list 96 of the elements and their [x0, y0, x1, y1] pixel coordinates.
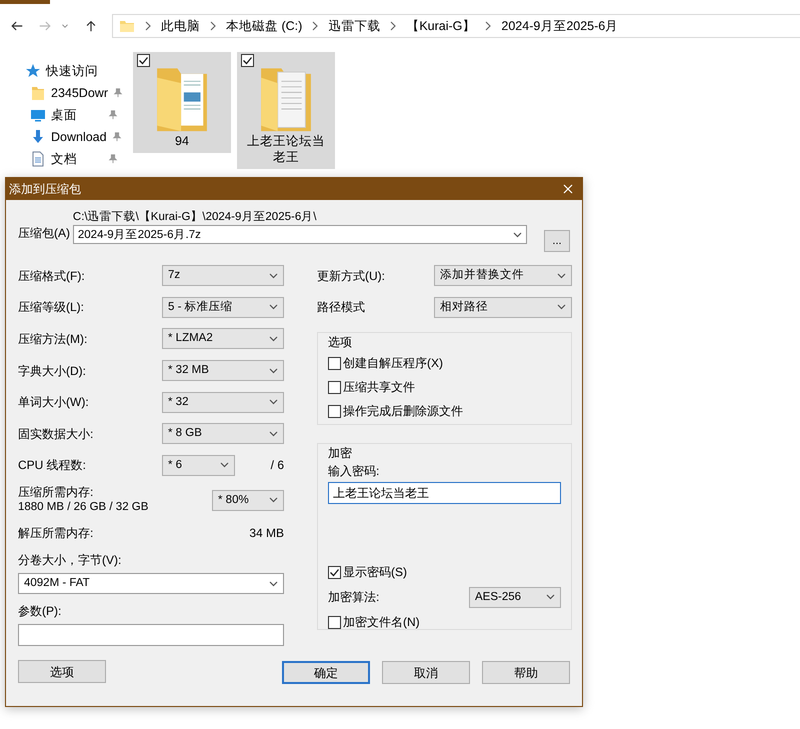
chevron-down-icon — [269, 497, 278, 504]
field-label: 分卷大小，字节(V): — [18, 552, 122, 570]
chevron-down-icon — [220, 462, 229, 468]
chevron-right-icon — [390, 21, 396, 31]
sidebar-item[interactable]: Download — [30, 128, 122, 146]
field-label: 解压所需内存: — [18, 525, 94, 542]
chevron-down-icon — [269, 399, 278, 406]
breadcrumb-item[interactable]: 【Kurai-G】 — [406, 16, 476, 36]
dialog-button[interactable]: 确定 — [282, 661, 370, 684]
checkbox[interactable] — [328, 404, 341, 418]
back-arrow-icon[interactable] — [10, 19, 24, 33]
field-label: 输入密码: — [328, 463, 380, 480]
checkbox[interactable] — [328, 356, 341, 370]
memory-value: 34 MB — [249, 525, 284, 542]
chevron-down-icon — [269, 272, 278, 279]
breadcrumb-item[interactable]: 本地磁盘 (C:) — [226, 16, 302, 36]
field-label: 压缩包(A) — [18, 225, 71, 242]
folder-icon — [119, 18, 135, 34]
chevron-down-icon — [269, 430, 278, 437]
chevron-down-icon — [269, 580, 278, 587]
dialog-button[interactable]: 帮助 — [482, 661, 570, 684]
dropdown[interactable]: AES-256 — [469, 586, 561, 608]
document-icon — [30, 151, 46, 167]
field-label: 压缩等级(L): — [18, 299, 84, 316]
sidebar-item[interactable]: 文档 — [30, 150, 118, 168]
chevron-right-icon — [312, 21, 318, 31]
up-arrow-icon[interactable] — [84, 19, 98, 33]
sidebar-item[interactable]: 2345Dowr — [30, 84, 123, 102]
dropdown[interactable]: * 32 — [162, 392, 284, 413]
dropdown[interactable]: 4092M - FAT — [18, 573, 284, 594]
download-arrow-icon — [30, 129, 46, 145]
sidebar-item[interactable]: 桌面 — [30, 106, 118, 124]
window-accent — [0, 0, 50, 4]
star-icon — [25, 63, 41, 79]
checkbox[interactable] — [328, 566, 341, 579]
checkbox-option[interactable]: 操作完成后删除源文件 — [328, 399, 561, 424]
checkbox-option[interactable]: 加密文件名(N) — [328, 610, 561, 634]
chevron-down-icon — [269, 368, 278, 374]
folder-icon — [30, 85, 46, 101]
group-title: 选项 — [326, 334, 354, 350]
field-label: 单词大小(W): — [18, 394, 89, 412]
field-label: 路径模式 — [317, 299, 365, 316]
dialog-button[interactable]: 取消 — [382, 661, 470, 684]
dropdown[interactable]: 5 - 标准压缩 — [162, 296, 284, 318]
monitor-icon — [30, 107, 46, 123]
field-label: 压缩格式(F): — [18, 268, 85, 285]
checkbox-option[interactable]: 显示密码(S) — [328, 560, 561, 584]
field-label: 更新方式(U): — [317, 268, 385, 285]
options-button[interactable]: 选项 — [18, 660, 106, 684]
archive-name-field[interactable]: 2024-9月至2025-6月.7z — [72, 225, 528, 244]
dropdown[interactable]: * 32 MB — [162, 360, 284, 382]
checkbox-option[interactable]: 压缩共享文件 — [328, 375, 561, 400]
file-tile[interactable]: 上老王论坛当老王 — [237, 52, 335, 169]
sidebar-item[interactable]: 快速访问 — [25, 62, 121, 80]
parameters-field[interactable] — [18, 624, 284, 646]
field-label: 参数(P): — [18, 603, 62, 620]
password-field[interactable]: 上老王论坛当老王 — [328, 482, 561, 504]
chevron-down-icon — [557, 272, 566, 279]
dropdown[interactable]: * 8 GB — [162, 423, 284, 444]
dialog-title: 添加到压缩包 — [9, 181, 81, 198]
checkbox[interactable] — [328, 616, 341, 629]
chevron-down-icon — [269, 304, 278, 310]
dropdown[interactable]: 7z — [162, 265, 284, 286]
breadcrumb-item[interactable]: 此电脑 — [161, 16, 200, 36]
address-bar[interactable]: 此电脑 本地磁盘 (C:) 迅雷下载 【Kurai-G】 2024-9月至2025-6月 — [112, 14, 800, 38]
checkbox[interactable] — [241, 54, 254, 67]
breadcrumb-item[interactable]: 2024-9月至2025-6月 — [501, 16, 618, 36]
dropdown[interactable]: * 6 — [162, 454, 235, 476]
breadcrumb-item[interactable]: 迅雷下载 — [328, 16, 380, 36]
group-title: 加密 — [326, 445, 354, 462]
chevron-down-icon — [557, 304, 566, 310]
chevron-right-icon — [145, 21, 151, 31]
archive-path: C:\迅雷下载\【Kurai-G】\2024-9月至2025-6月\ — [72, 210, 318, 225]
checkbox[interactable] — [137, 54, 150, 67]
chevron-down-icon — [269, 336, 278, 342]
close-icon[interactable] — [563, 184, 573, 194]
field-label: CPU 线程数: — [18, 457, 86, 474]
thread-count: / 6 — [270, 457, 284, 474]
dropdown[interactable]: * 80% — [212, 490, 284, 511]
browse-button[interactable]: ... — [544, 230, 570, 252]
checkbox[interactable] — [328, 380, 341, 394]
dropdown[interactable]: 相对路径 — [434, 296, 572, 318]
field-label: 加密算法: — [328, 589, 380, 606]
field-label: 压缩所需内存: — [18, 485, 94, 500]
field-label: 固实数据大小: — [18, 426, 94, 443]
checkbox-option[interactable]: 创建自解压程序(X) — [328, 351, 561, 376]
field-label: 压缩方法(M): — [18, 330, 88, 348]
chevron-down-icon — [513, 232, 522, 238]
chevron-right-icon — [485, 21, 492, 31]
file-tile[interactable]: 94 — [133, 52, 231, 153]
field-label: 字典大小(D): — [18, 362, 86, 380]
dropdown[interactable]: * LZMA2 — [162, 328, 284, 350]
chevron-right-icon — [210, 21, 216, 31]
dropdown[interactable]: 添加并替换文件 — [434, 265, 572, 286]
chevron-down-icon — [546, 594, 555, 600]
memory-usage: 1880 MB / 26 GB / 32 GB — [18, 500, 148, 516]
